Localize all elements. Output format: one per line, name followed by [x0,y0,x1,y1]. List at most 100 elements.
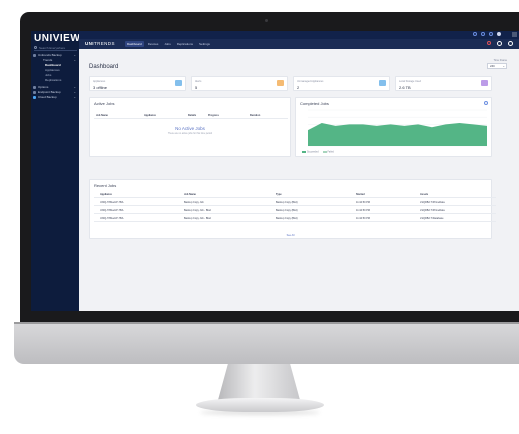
chart-legend: Succeeded Failed [302,151,334,154]
sidebar-item-label: Cloud Backup [38,95,57,99]
table-divider [94,118,288,119]
cell-job-name: Backup Copy Job - Blod [184,209,211,212]
top-bar-icons [473,32,501,36]
completed-jobs-title: Completed Jobs [300,101,329,106]
stat-card-storage[interactable]: Local Storage Used 2.6 TB [395,76,492,91]
time-frame-value: 24h [490,64,496,68]
stat-card-appliances[interactable]: Appliances 3 offline [89,76,186,91]
laptop-icon [33,91,36,94]
active-jobs-card: Active Jobs Job Name Appliance Details P… [89,97,291,157]
help-icon[interactable] [497,41,502,46]
monitor-stand-base [196,398,324,412]
user-icon[interactable] [497,32,501,36]
empty-state-title: No Active Jobs [175,126,205,131]
search-placeholder: Search Everywhere [39,46,66,50]
table-header-row: Appliance Job Name Type Started Assets [94,190,496,198]
sidebar-item-cloud-backup[interactable]: Cloud Backup ⌄ [33,95,77,100]
alert-icon [277,80,284,86]
app-logo: UNIVIEW [34,33,81,44]
search-icon [34,46,37,49]
cell-type: Backup Copy (Bkd) [276,201,298,204]
empty-state-subtitle: There are no active jobs for this time p… [167,133,213,135]
server-icon [33,54,36,57]
refresh-icon[interactable] [487,41,491,45]
table-row[interactable]: UNIQ-TrBlueUP-7BA Backup Copy Job - Blod… [94,206,496,214]
sidebar-item-label: Options [38,85,49,89]
stat-value: 3 offline [93,85,107,90]
main-content: Dashboard Time Frame 24h ⌄ Appliances 3 … [79,49,519,311]
settings-icon[interactable] [484,101,488,105]
chevron-down-icon: ⌄ [502,64,505,68]
cell-started: 11:44:50 PM [356,201,370,204]
monitor-stand-neck [218,364,300,400]
cell-type: Backup Copy (Bkd) [276,209,298,212]
legend-entry: Failed [322,151,334,154]
completed-jobs-chart [308,109,487,147]
gear-icon [33,86,36,89]
monitor-chin-edge [14,322,519,324]
cloud-icon [33,96,36,99]
sidebar-item-label: Trends [43,58,53,62]
table-row[interactable]: UNIQ-TrBlueUP-7BA Backup Copy Job Backup… [94,198,496,206]
column-header: Details [188,114,197,117]
stat-label: Unmanaged Appliances [297,80,324,83]
sidebar-subitem-replications[interactable]: Replications [45,78,75,83]
tab-replications[interactable]: Replications [175,41,195,47]
tab-devices[interactable]: Devices [146,41,161,47]
stat-value: 2 [297,85,300,90]
tab-settings[interactable]: Settings [197,41,212,47]
app-grid-icon[interactable] [512,32,517,37]
legend-entry: Succeeded [302,151,319,154]
cell-started: 11:44:50 PM [356,217,370,220]
tab-dashboard[interactable]: Dashboard [125,41,144,47]
stat-label: Alerts [195,80,202,83]
camera-dot [265,19,268,22]
nav-tabs: Dashboard Devices Jobs Replications Sett… [125,41,212,47]
column-header: Started [356,193,365,196]
settings-icon[interactable] [489,32,493,36]
monitor-chin [14,322,519,364]
tab-jobs[interactable]: Jobs [162,41,172,47]
notification-icon[interactable] [481,32,485,36]
cell-appliance: UNIQ-TrBlueUP-7BA [100,209,124,212]
area-series-0 [308,122,487,146]
cell-job-name: Backup Copy Job [184,201,204,204]
monitor-screen: UNIVIEW Search Everywhere Unitrends Back… [31,31,519,311]
brand-logo: UNITRENDS [85,41,115,46]
cell-started: 11:44:50 PM [356,209,370,212]
nav-actions [487,41,513,46]
cell-appliance: UNIQ-TrBlueUP-7BA [100,217,124,220]
sidebar-search[interactable]: Search Everywhere [34,45,77,51]
nav-bar: UNITRENDS Dashboard Devices Jobs Replica… [79,39,519,49]
page-title: Dashboard [89,64,119,70]
column-header: Assets [420,193,429,196]
time-frame-label: Time Frame [493,59,507,62]
column-header: Progress [208,114,219,117]
stat-value: 2.6 TB [399,85,411,90]
see-all-link[interactable]: See All [90,234,491,237]
user-icon[interactable] [508,41,513,46]
column-header: Duration [250,114,261,117]
appliance-icon [175,80,182,86]
table-row[interactable]: UNIQ-TrBlueUP-7BA Backup Copy Job - Blod… [94,214,496,222]
cell-assets: LSQDB2.TrPrimeData [420,209,445,212]
active-jobs-title: Active Jobs [94,101,115,106]
column-header: Type [276,193,282,196]
time-frame-select[interactable]: 24h ⌄ [487,63,507,69]
column-header: Appliance [144,114,156,117]
unmanaged-icon [379,80,386,86]
cell-appliance: UNIQ-TrBlueUP-7BA [100,201,124,204]
completed-jobs-card: Completed Jobs Succeeded Failed [295,97,492,157]
stat-card-alerts[interactable]: Alerts 5 [191,76,288,91]
column-header: Appliance [100,193,112,196]
stat-label: Local Storage Used [399,80,421,83]
help-icon[interactable] [473,32,477,36]
sidebar: UNIVIEW Search Everywhere Unitrends Back… [31,31,81,311]
recent-jobs-card: Recent Jobs Appliance Job Name Type Star… [89,179,496,239]
stat-value: 5 [195,85,198,90]
column-header: Job Name [184,193,196,196]
stat-card-unmanaged[interactable]: Unmanaged Appliances 2 [293,76,390,91]
cell-assets: LSQDB2.TrDatabase [420,217,444,220]
sidebar-item-label: Endpoint Backup [38,90,61,94]
column-header: Job Name [96,114,108,117]
